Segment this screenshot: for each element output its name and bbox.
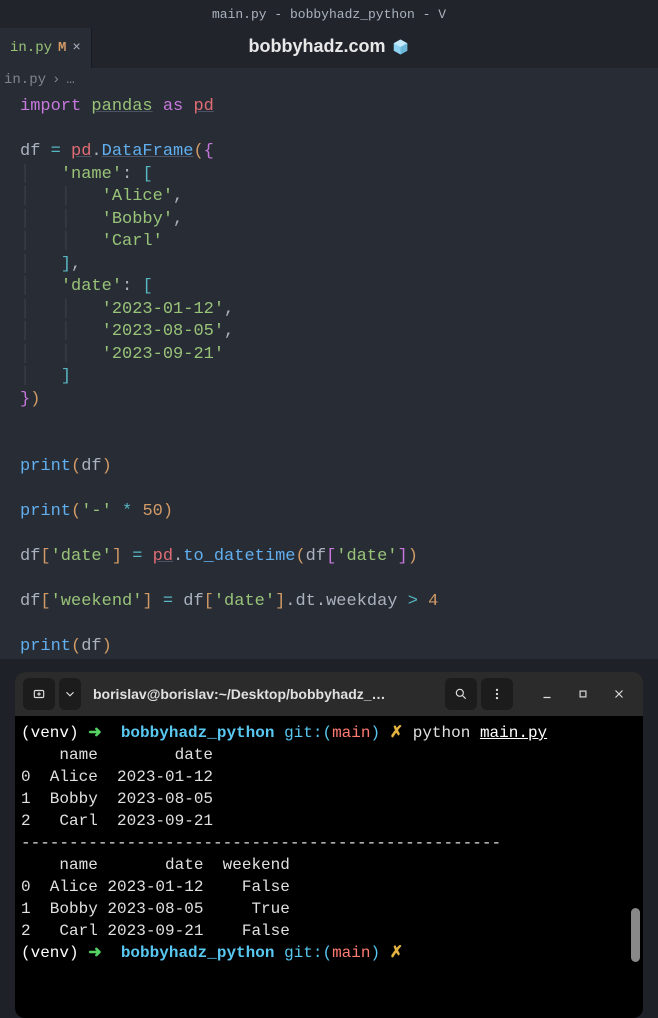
terminal-line: 2 Carl 2023-09-21 False [21,922,290,940]
terminal-line: name date [21,746,213,764]
close-icon[interactable]: × [72,41,80,55]
new-tab-button[interactable] [23,678,55,710]
terminal-line: (venv) ➜ bobbyhadz_python git:(main) ✗ p… [21,724,547,742]
code-line: │ 'name': [ [20,165,153,184]
terminal-scrollbar-thumb[interactable] [631,908,640,962]
site-overlay-label: bobbyhadz.com [248,36,409,57]
terminal-title: borislav@borislav:~/Desktop/bobbyhadz_… [85,686,441,702]
terminal-body[interactable]: (venv) ➜ bobbyhadz_python git:(main) ✗ p… [15,716,643,1018]
code-line: df['date'] = pd.to_datetime(df['date']) [20,547,418,566]
code-line: print(df) [20,457,112,476]
terminal-line: name date weekend [21,856,290,874]
close-icon [612,687,626,701]
window-title: main.py - bobbyhadz_python - V [212,7,446,22]
maximize-icon [576,687,590,701]
terminal-line: 1 Bobby 2023-08-05 True [21,900,290,918]
code-line: df['weekend'] = df['date'].dt.weekday > … [20,592,438,611]
chevron-right-icon: › [52,72,60,88]
breadcrumb[interactable]: in.py › … [0,68,658,92]
terminal-window: borislav@borislav:~/Desktop/bobbyhadz_… … [15,672,643,1018]
breadcrumb-ellipsis: … [66,72,74,88]
window-maximize-button[interactable] [567,678,599,710]
window-titlebar: main.py - bobbyhadz_python - V [0,0,658,28]
code-line: │ │ '2023-09-21' [20,345,224,364]
search-icon [454,687,468,701]
terminal-line: 1 Bobby 2023-08-05 [21,790,213,808]
code-line: print(df) [20,637,112,656]
code-line: │ │ '2023-01-12', [20,300,234,319]
code-line: │ ] [20,367,71,386]
code-line: import pandas as pd [20,97,214,116]
tab-dropdown-button[interactable] [59,678,81,710]
code-line: │ │ 'Carl' [20,232,163,251]
terminal-search-button[interactable] [445,678,477,710]
code-line: df = pd.DataFrame({ [20,142,214,161]
minimize-icon [540,687,554,701]
breadcrumb-file: in.py [4,72,46,88]
code-line: │ │ 'Alice', [20,187,183,206]
terminal-line: 0 Alice 2023-01-12 [21,768,213,786]
cube-icon [392,38,410,56]
tab-filename: in.py [10,40,52,56]
site-overlay-text: bobbyhadz.com [248,36,385,57]
terminal-line: (venv) ➜ bobbyhadz_python git:(main) ✗ [21,944,403,962]
code-line: │ │ '2023-08-05', [20,322,234,341]
chevron-down-icon [63,687,77,701]
kebab-menu-icon [490,687,504,701]
code-line: }) [20,390,40,409]
terminal-line: 0 Alice 2023-01-12 False [21,878,290,896]
terminal-menu-button[interactable] [481,678,513,710]
terminal-titlebar[interactable]: borislav@borislav:~/Desktop/bobbyhadz_… [15,672,643,716]
editor-tab-main[interactable]: in.py M × [0,28,92,68]
window-close-button[interactable] [603,678,635,710]
code-line: │ │ 'Bobby', [20,210,183,229]
tab-bar: in.py M × bobbyhadz.com [0,28,658,68]
code-line: │ 'date': [ [20,277,153,296]
terminal-line: ----------------------------------------… [21,834,501,852]
code-line: print('-' * 50) [20,502,173,521]
tab-modified-badge: M [58,40,66,56]
code-line: │ ], [20,255,81,274]
code-editor[interactable]: import pandas as pd df = pd.DataFrame({ … [0,92,658,659]
plus-tab-icon [32,687,46,701]
terminal-line: 2 Carl 2023-09-21 [21,812,213,830]
window-minimize-button[interactable] [531,678,563,710]
